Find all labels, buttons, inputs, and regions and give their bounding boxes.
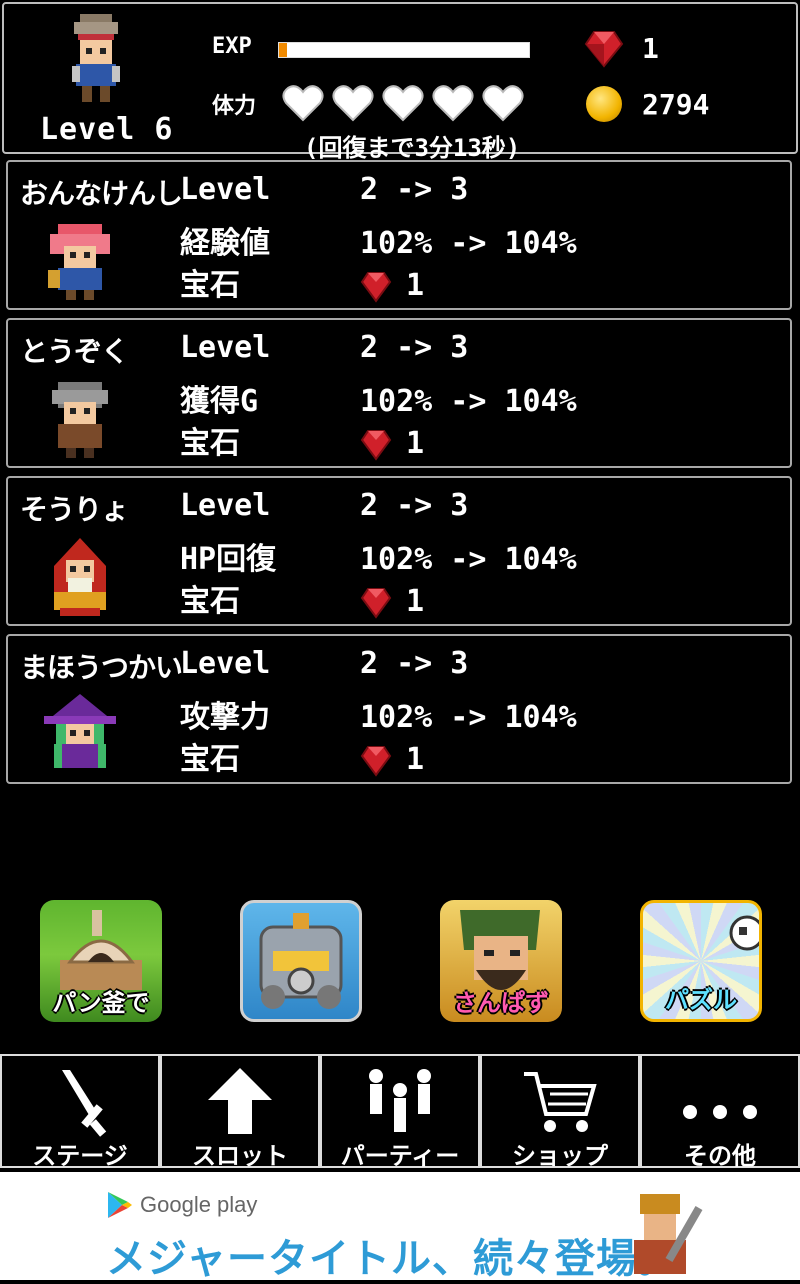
member-name: まほうつかい: [20, 651, 183, 684]
stat-value: 102% -> 104%: [360, 226, 577, 261]
robot-icon: [259, 913, 343, 1009]
ad-robot[interactable]: [240, 900, 362, 1022]
nav-stage-button[interactable]: ステージ: [0, 1054, 160, 1170]
level-value: 2 -> 3: [360, 646, 469, 681]
heart-icon: [332, 85, 374, 122]
exp-bar: [278, 42, 530, 58]
store-name: Google play: [140, 1192, 258, 1217]
party-card[interactable]: そうりょ Level 2 -> 3 HP回復 102% -> 104% 宝石 1: [6, 476, 792, 626]
ad-puzzle[interactable]: パズル: [640, 900, 762, 1022]
stat-label: 経験値: [180, 226, 270, 261]
gem-icon: [584, 31, 624, 68]
more-icon: [683, 1105, 757, 1119]
ad-label: パン釜で: [52, 989, 150, 1017]
member-name: とうぞく: [20, 335, 129, 368]
gem-cost-row: 宝石 1: [180, 418, 424, 462]
gem-label: 宝石: [180, 268, 240, 303]
heart-icon: [282, 85, 324, 122]
nav-shop-button[interactable]: ショップ: [480, 1054, 640, 1170]
party-card[interactable]: まほうつかい Level 2 -> 3 攻撃力 102% -> 104% 宝石 1: [6, 634, 792, 784]
cart-icon: [524, 1072, 597, 1132]
gem-cost: 1: [406, 268, 425, 303]
ad-label: パズル: [665, 986, 737, 1014]
heart-icon: [482, 85, 524, 122]
member-sprite: [44, 694, 116, 768]
member-name: おんなけんし: [20, 177, 183, 210]
gem-cost: 1: [406, 584, 425, 619]
gem-label: 宝石: [180, 426, 240, 461]
party-icon: [369, 1069, 431, 1132]
level-label: Level: [180, 646, 271, 681]
google-play-icon: [108, 1192, 132, 1218]
nav-label: ステージ: [32, 1142, 128, 1170]
stat-value: 102% -> 104%: [360, 384, 577, 419]
ad-bread-oven[interactable]: パン釜で: [40, 900, 162, 1022]
level-value: 2 -> 3: [360, 488, 469, 523]
member-sprite: [54, 538, 106, 616]
level-row: Level 2 -> 3: [180, 172, 468, 207]
gem-icon: [360, 587, 392, 619]
nav-slot-button[interactable]: スロット: [160, 1054, 320, 1170]
level-label: Level: [180, 172, 271, 207]
stat-row: HP回復 102% -> 104%: [180, 534, 577, 578]
stamina-label: 体力: [212, 94, 257, 119]
stamina-hearts: [282, 84, 524, 122]
nav-party-button[interactable]: パーティー: [320, 1054, 480, 1170]
ad-sanpazu[interactable]: さんぱず: [440, 900, 562, 1022]
level-label: Level: [180, 330, 271, 365]
banner-headline: メジャータイトル、続々登場。: [106, 1237, 678, 1281]
stat-value: 102% -> 104%: [360, 700, 577, 735]
gem-icon: [360, 429, 392, 461]
recover-timer: (回復まで3分13秒): [304, 134, 521, 162]
bottom-nav: ステージ スロット パーティー ショップ その他: [0, 1054, 800, 1170]
nav-label: ショップ: [512, 1142, 608, 1170]
gem-icon: [360, 271, 392, 303]
level-row: Level 2 -> 3: [180, 330, 468, 365]
nav-label: その他: [684, 1142, 756, 1170]
gem-label: 宝石: [180, 584, 240, 619]
stat-row: 攻撃力 102% -> 104%: [180, 692, 577, 736]
status-header: Level 6 EXP 体力 (回復まで3分13秒) 1 2794: [2, 2, 798, 162]
member-sprite: [52, 382, 108, 458]
gem-cost-row: 宝石 1: [180, 734, 424, 778]
party-card[interactable]: とうぞく Level 2 -> 3 獲得G 102% -> 104% 宝石 1: [6, 318, 792, 468]
exp-bar-fill: [279, 43, 287, 57]
stat-label: 獲得G: [180, 384, 259, 419]
party-card[interactable]: おんなけんし Level 2 -> 3 経験値 102% -> 104% 宝石 1: [6, 160, 792, 310]
google-play-banner[interactable]: Google play メジャータイトル、続々登場。: [80, 1180, 720, 1281]
stat-row: 獲得G 102% -> 104%: [180, 376, 577, 420]
stat-label: HP回復: [180, 542, 277, 577]
gem-icon: [360, 745, 392, 777]
level-row: Level 2 -> 3: [180, 646, 468, 681]
exp-label: EXP: [212, 34, 252, 59]
stat-value: 102% -> 104%: [360, 542, 577, 577]
stat-row: 経験値 102% -> 104%: [180, 218, 577, 262]
player-level: Level 6: [40, 112, 174, 147]
level-value: 2 -> 3: [360, 330, 469, 365]
gold-count: 2794: [642, 88, 710, 121]
gem-label: 宝石: [180, 742, 240, 777]
gold-coin-icon: [586, 86, 622, 122]
nav-label: パーティー: [340, 1142, 460, 1170]
heart-icon: [432, 85, 474, 122]
gem-count: 1: [642, 32, 659, 65]
hero-sprite: [72, 14, 120, 102]
sword-icon: [62, 1070, 107, 1137]
gem-cost: 1: [406, 426, 425, 461]
nav-label: スロット: [192, 1142, 288, 1170]
up-arrow-icon: [208, 1068, 272, 1134]
gem-cost: 1: [406, 742, 425, 777]
gem-cost-row: 宝石 1: [180, 260, 424, 304]
stat-label: 攻撃力: [180, 700, 270, 735]
banner-character-icon: [634, 1194, 703, 1274]
level-row: Level 2 -> 3: [180, 488, 468, 523]
member-sprite: [48, 224, 110, 300]
level-label: Level: [180, 488, 271, 523]
ad-label: さんぱず: [453, 989, 549, 1017]
member-name: そうりょ: [20, 493, 129, 526]
gem-cost-row: 宝石 1: [180, 576, 424, 620]
nav-other-button[interactable]: その他: [640, 1054, 800, 1170]
level-value: 2 -> 3: [360, 172, 469, 207]
heart-icon: [382, 85, 424, 122]
